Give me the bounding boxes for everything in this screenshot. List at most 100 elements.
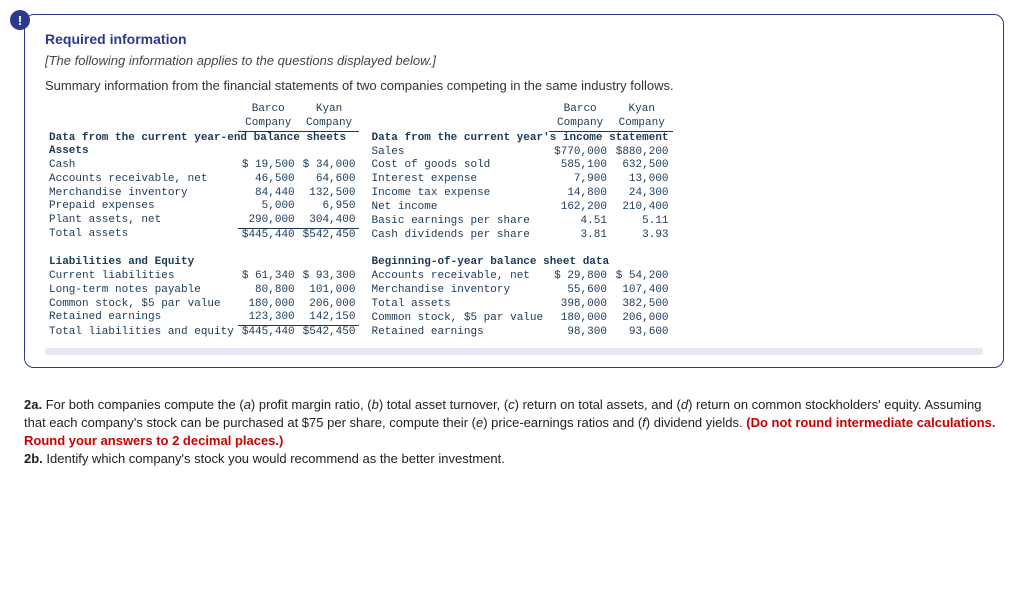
cell: $ 54,200	[611, 270, 673, 284]
row-label: Sales	[367, 146, 549, 160]
cell: 84,440	[238, 187, 299, 201]
col-kyan: Kyan	[299, 103, 360, 117]
cell: 180,000	[238, 298, 299, 312]
col-company: Company	[238, 117, 299, 131]
cell: 3.93	[611, 229, 673, 243]
cell: 13,000	[611, 173, 673, 187]
section-balance: Data from the current year-end balance s…	[45, 131, 359, 145]
q-text: ) dividend yields.	[646, 415, 746, 430]
section-boy: Beginning-of-year balance sheet data	[367, 256, 672, 270]
col-barco: Barco	[549, 103, 611, 117]
cell: 107,400	[611, 284, 673, 298]
summary-text: Summary information from the financial s…	[45, 78, 983, 93]
cell: 24,300	[611, 187, 673, 201]
cell: 206,000	[611, 312, 673, 326]
row-label: Prepaid expenses	[45, 200, 238, 214]
row-label: Net income	[367, 201, 549, 215]
cell: 142,150	[299, 311, 360, 325]
row-label: Total liabilities and equity	[45, 326, 238, 340]
cell: 162,200	[549, 201, 611, 215]
cell: 206,000	[299, 298, 360, 312]
q-text: Identify which company's stock you would…	[43, 451, 505, 466]
row-label: Cash dividends per share	[367, 229, 549, 243]
income-statement-table: Barco Kyan Company Company Data from the…	[367, 103, 672, 340]
row-label: Current liabilities	[45, 270, 238, 284]
cell: 4.51	[549, 215, 611, 229]
question-block: 2a. For both companies compute the (a) p…	[24, 396, 1004, 469]
row-label: Common stock, $5 par value	[367, 312, 549, 326]
cell: 290,000	[238, 214, 299, 228]
col-company: Company	[299, 117, 360, 131]
cell: 46,500	[238, 173, 299, 187]
cell: 632,500	[611, 159, 673, 173]
q-text: For both companies compute the (	[42, 397, 244, 412]
row-label: Assets	[45, 145, 238, 159]
q-part: a	[244, 397, 251, 412]
row-label: Merchandise inventory	[45, 187, 238, 201]
row-label: Cost of goods sold	[367, 159, 549, 173]
row-label: Retained earnings	[45, 311, 238, 325]
cell: $770,000	[549, 146, 611, 160]
col-company: Company	[611, 117, 673, 131]
row-label: Income tax expense	[367, 187, 549, 201]
cell: 123,300	[238, 311, 299, 325]
cell: $ 34,000	[299, 159, 360, 173]
cell: 304,400	[299, 214, 360, 228]
row-label: Long-term notes payable	[45, 284, 238, 298]
cell: $ 93,300	[299, 270, 360, 284]
cell: 7,900	[549, 173, 611, 187]
row-label: Cash	[45, 159, 238, 173]
q-text: ) price-earnings ratios and (	[483, 415, 642, 430]
cell: 98,300	[549, 326, 611, 340]
cell: $ 29,800	[549, 270, 611, 284]
cell: $ 19,500	[238, 159, 299, 173]
q-text: ) total asset turnover, (	[379, 397, 508, 412]
row-label: Plant assets, net	[45, 214, 238, 228]
info-panel: Required information [The following info…	[24, 14, 1004, 368]
cell: 14,800	[549, 187, 611, 201]
q-text: ) profit margin ratio, (	[251, 397, 372, 412]
cell: $880,200	[611, 146, 673, 160]
cell: 5,000	[238, 200, 299, 214]
horizontal-scrollbar[interactable]	[45, 348, 983, 355]
cell: 6,950	[299, 200, 360, 214]
cell: $ 61,340	[238, 270, 299, 284]
q2a-label: 2a.	[24, 397, 42, 412]
cell: 382,500	[611, 298, 673, 312]
col-company: Company	[549, 117, 611, 131]
q2b-label: 2b.	[24, 451, 43, 466]
row-label: Total assets	[367, 298, 549, 312]
row-label: Merchandise inventory	[367, 284, 549, 298]
cell: 55,600	[549, 284, 611, 298]
cell: 101,000	[299, 284, 360, 298]
q-text: ) return on total assets, and (	[515, 397, 681, 412]
info-icon: !	[10, 10, 30, 30]
row-label: Retained earnings	[367, 326, 549, 340]
financial-tables: Barco Kyan Company Company Data from the…	[45, 103, 983, 340]
cell: $542,450	[299, 326, 360, 340]
section-income: Data from the current year's income stat…	[367, 131, 672, 145]
cell: 210,400	[611, 201, 673, 215]
row-label: Accounts receivable, net	[367, 270, 549, 284]
balance-sheet-table: Barco Kyan Company Company Data from the…	[45, 103, 359, 340]
col-barco: Barco	[238, 103, 299, 117]
row-label: Interest expense	[367, 173, 549, 187]
row-label: Total assets	[45, 228, 238, 242]
required-heading: Required information	[45, 31, 983, 47]
cell: 5.11	[611, 215, 673, 229]
cell: $445,440	[238, 326, 299, 340]
cell: 3.81	[549, 229, 611, 243]
cell: 93,600	[611, 326, 673, 340]
q-part: b	[372, 397, 379, 412]
applies-text: [The following information applies to th…	[45, 53, 983, 68]
cell: 585,100	[549, 159, 611, 173]
row-label: Basic earnings per share	[367, 215, 549, 229]
cell: $542,450	[299, 228, 360, 242]
col-kyan: Kyan	[611, 103, 673, 117]
q-part: d	[681, 397, 688, 412]
cell: $445,440	[238, 228, 299, 242]
cell: 180,000	[549, 312, 611, 326]
row-label: Liabilities and Equity	[45, 256, 238, 270]
cell: 64,600	[299, 173, 360, 187]
cell: 132,500	[299, 187, 360, 201]
